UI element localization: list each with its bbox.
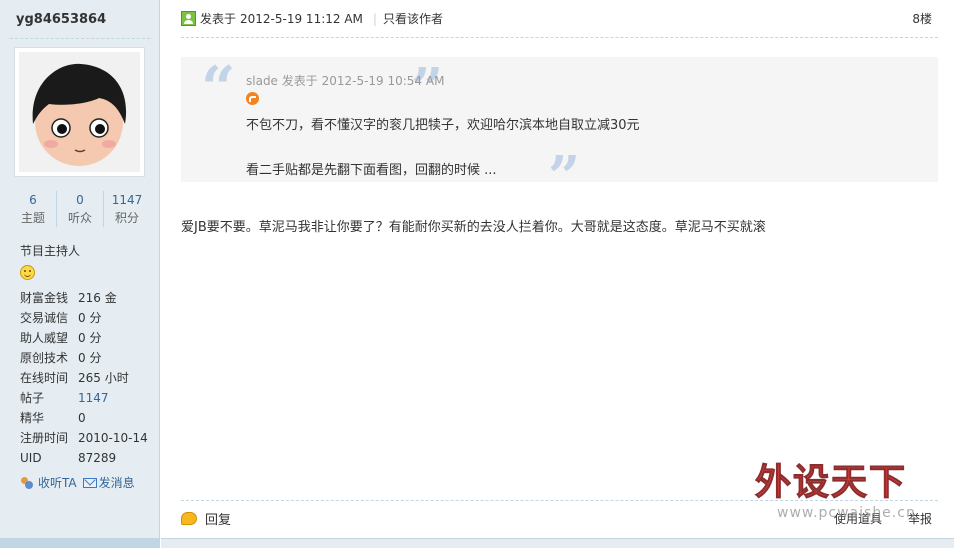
quote-block: “ ” ” slade 发表于 2012-5-19 10:54 AM 不包不刀，… bbox=[181, 54, 938, 205]
posted-time: 2012-5-19 11:12 AM bbox=[240, 11, 363, 26]
quote-close-icon: ” bbox=[411, 56, 444, 122]
stat-followers[interactable]: 0 听众 bbox=[57, 191, 104, 227]
stat-value[interactable]: 1147 bbox=[104, 191, 150, 209]
stat-value[interactable]: 0 bbox=[57, 191, 103, 209]
stat-threads[interactable]: 6 主题 bbox=[10, 191, 57, 227]
goto-post-icon[interactable] bbox=[246, 92, 259, 105]
divider bbox=[161, 538, 954, 548]
quote-text: 看二手贴都是先翻下面看图，回翻的时候 ... bbox=[246, 163, 497, 178]
follow-label[interactable]: 收听TA bbox=[38, 474, 77, 491]
stat-points[interactable]: 1147 积分 bbox=[104, 191, 150, 227]
info-row: 原创技术 0 分 bbox=[20, 348, 155, 368]
watermark-logo: 外设天下 bbox=[754, 462, 908, 504]
user-info-list: 财富金钱 216 金 交易诚信 0 分 助人威望 0 分 原创技术 0 分 在线时间 26… bbox=[20, 288, 155, 468]
info-value: 0 分 bbox=[78, 351, 102, 365]
post-content: 爱JB要不要。草泥马我非让你要了？有能耐你买新的去没人拦着你。大哥就是这态度。草… bbox=[181, 220, 766, 235]
info-value: 0 分 bbox=[78, 311, 102, 325]
info-row: 助人威望 0 分 bbox=[20, 328, 155, 348]
info-row: 财富金钱 216 金 bbox=[20, 288, 155, 308]
info-key: 助人威望 bbox=[20, 331, 69, 345]
info-key: 注册时间 bbox=[20, 431, 69, 445]
stat-label: 听众 bbox=[67, 211, 92, 225]
stat-label: 主题 bbox=[20, 211, 45, 225]
avatar[interactable] bbox=[14, 47, 145, 177]
avatar-image bbox=[19, 52, 140, 172]
follow-icon bbox=[20, 476, 36, 490]
divider bbox=[10, 38, 150, 39]
info-row: 帖子 1147 bbox=[20, 388, 155, 408]
divider bbox=[181, 37, 938, 38]
mail-icon bbox=[82, 477, 97, 488]
online-status-icon bbox=[181, 11, 196, 26]
send-message-button[interactable]: 发消息 bbox=[82, 474, 135, 491]
stat-label: 积分 bbox=[114, 211, 139, 225]
info-value: 0 bbox=[78, 411, 86, 425]
only-author-link[interactable]: 只看该作者 bbox=[383, 10, 443, 27]
watermark-url: www.pcwaishe.cn bbox=[777, 505, 916, 521]
info-key: 交易诚信 bbox=[20, 311, 69, 325]
send-message-label[interactable]: 发消息 bbox=[99, 474, 135, 491]
quote-open-icon: “ bbox=[201, 54, 236, 124]
watermark: 外设天下 www.pcwaishe.cn bbox=[754, 453, 935, 525]
reply-label[interactable]: 回复 bbox=[205, 509, 231, 528]
info-value: 2010-10-14 bbox=[78, 431, 148, 445]
reply-button[interactable]: 回复 bbox=[181, 509, 231, 528]
divider bbox=[0, 538, 160, 548]
info-key: 精华 bbox=[20, 411, 45, 425]
info-key: 原创技术 bbox=[20, 351, 69, 365]
divider: | bbox=[372, 11, 377, 26]
posted-prefix: 发表于 bbox=[200, 12, 237, 26]
info-row: 交易诚信 0 分 bbox=[20, 308, 155, 328]
stat-value[interactable]: 6 bbox=[10, 191, 56, 209]
info-row: 在线时间 265 小时 bbox=[20, 368, 155, 388]
username[interactable]: yg84653864 bbox=[16, 12, 106, 27]
user-stats: 6 主题 0 听众 1147 积分 bbox=[10, 191, 150, 227]
info-row: 注册时间 2010-10-14 bbox=[20, 428, 155, 448]
floor-number[interactable]: 8楼 bbox=[912, 10, 932, 27]
smiley-icon bbox=[20, 265, 35, 280]
info-row: 精华 0 bbox=[20, 408, 155, 428]
info-value: 0 分 bbox=[78, 331, 102, 345]
info-value: 265 小时 bbox=[78, 371, 129, 385]
info-key: 财富金钱 bbox=[20, 291, 69, 305]
quote-close-icon: ” bbox=[548, 144, 581, 210]
info-value: 87289 bbox=[78, 451, 117, 465]
info-row: UID 87289 bbox=[20, 448, 155, 468]
info-key: 帖子 bbox=[20, 391, 45, 405]
user-rank: 节目主持人 bbox=[20, 244, 81, 258]
quote-author: slade 发表于 2012-5-19 10:54 AM bbox=[246, 74, 445, 88]
user-actions: 收听TA 发消息 bbox=[20, 474, 135, 491]
info-value-posts-link[interactable]: 1147 bbox=[78, 388, 109, 408]
user-sidebar: yg84653864 6 主题 0 听众 1147 积分 节目主持人 财富金钱 … bbox=[0, 0, 160, 548]
follow-button[interactable]: 收听TA bbox=[20, 474, 77, 491]
info-value: 216 金 bbox=[78, 291, 117, 305]
reply-icon bbox=[181, 512, 197, 525]
quote-text: 不包不刀，看不懂汉字的衮几把犊子，欢迎哈尔滨本地自取立减30元 bbox=[246, 118, 640, 133]
post-header: 发表于 2012-5-19 11:12 AM | 只看该作者 bbox=[181, 10, 443, 27]
info-key: UID bbox=[20, 451, 42, 465]
cartoon-face-icon bbox=[32, 63, 127, 166]
info-key: 在线时间 bbox=[20, 371, 69, 385]
